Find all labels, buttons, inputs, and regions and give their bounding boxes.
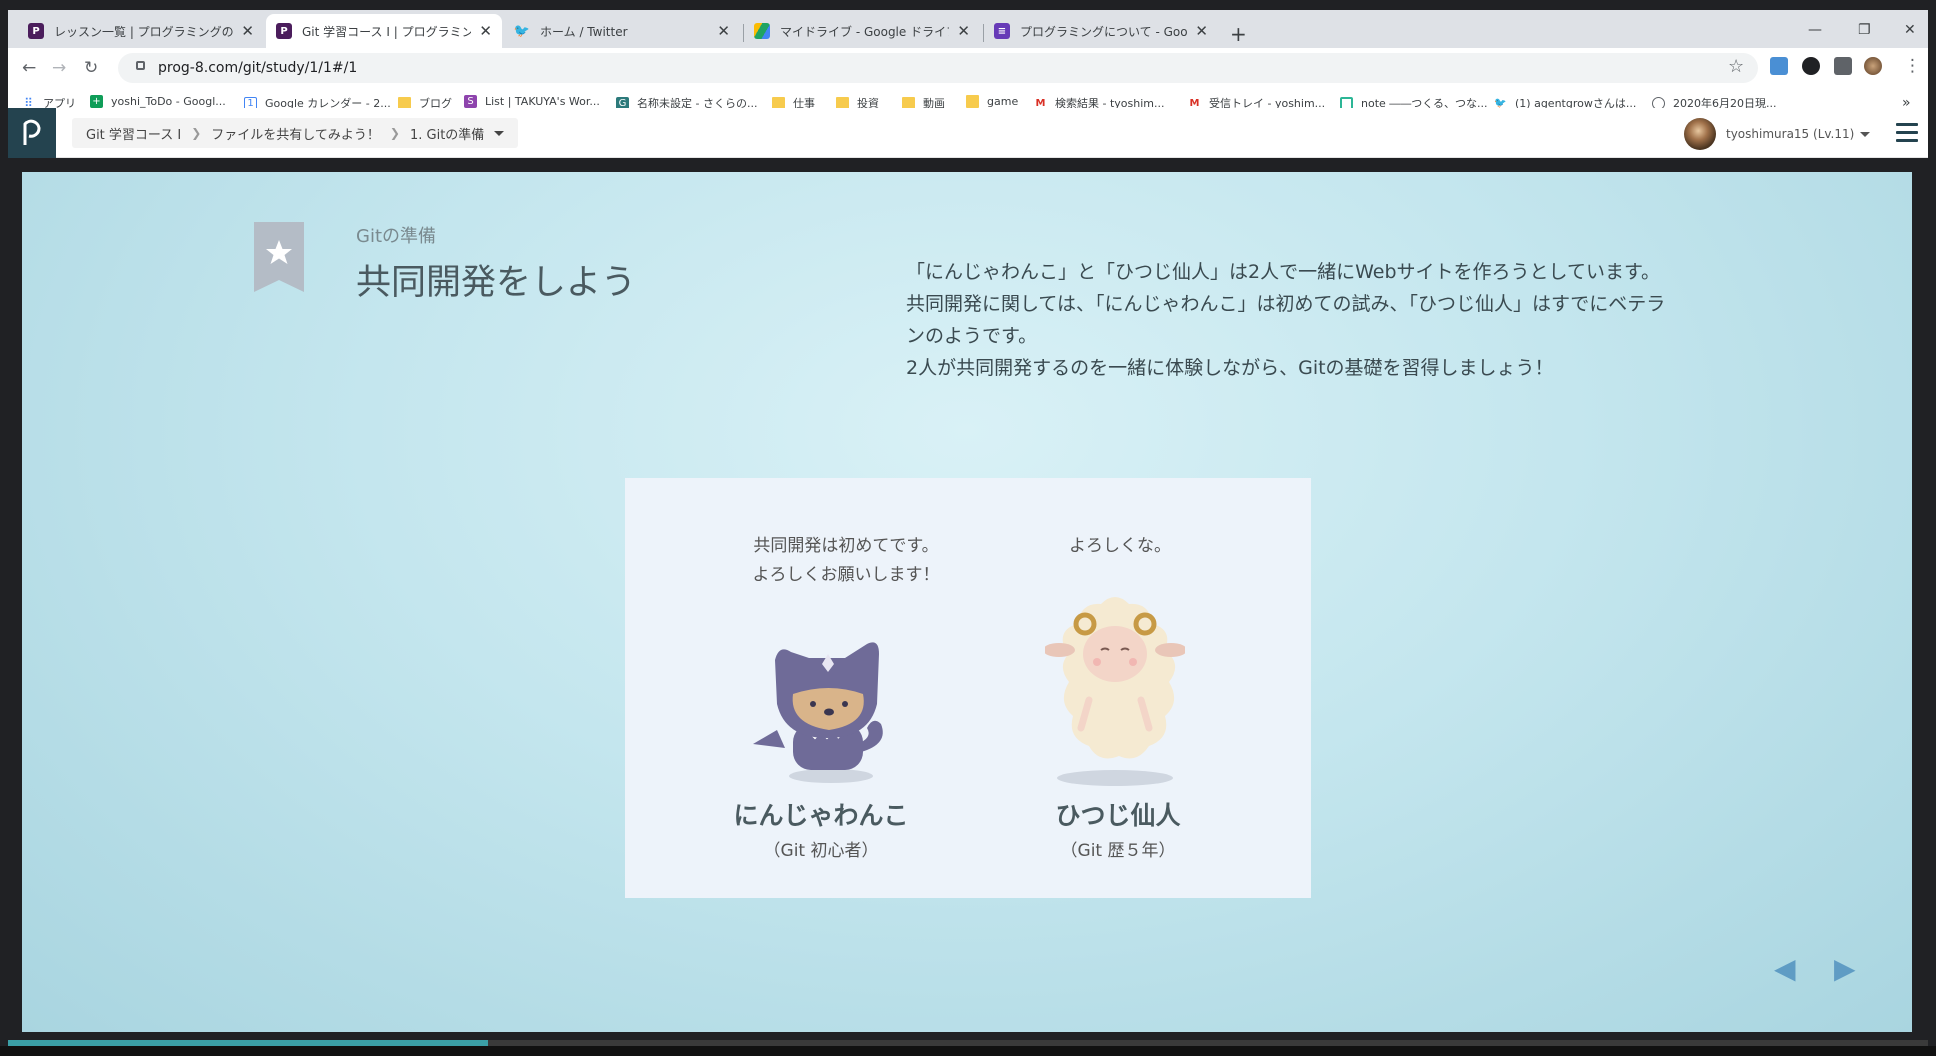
- tab-title: マイドライブ - Google ドライブ: [780, 24, 950, 39]
- list-icon: S: [464, 95, 477, 108]
- forward-button[interactable]: →: [52, 58, 66, 78]
- tab-twitter[interactable]: 🐦 ホーム / Twitter ✕: [504, 14, 740, 48]
- bookmark-star-icon[interactable]: ☆: [1728, 56, 1744, 77]
- breadcrumb-section[interactable]: ファイルを共有してみよう！: [211, 124, 380, 143]
- speech-line: 共同開発は初めてです。: [753, 536, 939, 556]
- tab-title: レッスン一覧 | プログラミングの入門な: [54, 24, 234, 39]
- breadcrumb: Git 学習コース I ❯ ファイルを共有してみよう！ ❯ 1. Gitの準備: [72, 118, 519, 148]
- forms-icon: ≡: [994, 23, 1010, 39]
- speech-ninja: 共同開発は初めてです。 よろしくお願いします！: [741, 532, 951, 590]
- window-frame: [0, 0, 1936, 10]
- hamburger-menu-icon[interactable]: [1896, 123, 1918, 147]
- user-name: tyoshimura15 (Lv.11): [1726, 127, 1855, 141]
- tab-drive[interactable]: マイドライブ - Google ドライブ ✕: [744, 14, 980, 48]
- app-header: Git 学習コース I ❯ ファイルを共有してみよう！ ❯ 1. Gitの準備 …: [8, 108, 1928, 158]
- slide-area: Gitの準備 共同開発をしよう 「にんじゃわんこ」と「ひつじ仙人」は2人で一緒に…: [22, 172, 1912, 1032]
- close-icon[interactable]: ✕: [479, 22, 492, 40]
- restore-button[interactable]: ❐: [1858, 22, 1871, 38]
- prev-slide-button[interactable]: ◀: [1774, 952, 1796, 985]
- chevron-right-icon: ❯: [389, 126, 400, 140]
- bookmark-game[interactable]: game: [966, 95, 1018, 108]
- address-bar[interactable]: prog-8.com/git/study/1/1#/1 ☆: [118, 53, 1758, 83]
- close-window-button[interactable]: ✕: [1904, 22, 1916, 38]
- tab-title: プログラミングについて - Google フォー: [1020, 24, 1188, 39]
- description-line: 「にんじゃわんこ」と「ひつじ仙人」は2人で一緒にWebサイトを作ろうとしています…: [906, 261, 1661, 283]
- speech-sheep: よろしくな。: [1025, 532, 1215, 561]
- url-text[interactable]: prog-8.com/git/study/1/1#/1: [158, 60, 357, 76]
- more-menu-icon[interactable]: ⋮: [1904, 56, 1921, 76]
- reload-button[interactable]: ↻: [84, 58, 98, 78]
- tab-bar: P レッスン一覧 | プログラミングの入門な ✕ P Git 学習コース I |…: [8, 10, 1928, 48]
- browser-window: P レッスン一覧 | プログラミングの入門な ✕ P Git 学習コース I |…: [0, 0, 1936, 1056]
- avatar: [1684, 118, 1716, 150]
- tab-git-course[interactable]: P Git 学習コース I | プログラミングの入門 ✕: [266, 14, 502, 48]
- character-card: 共同開発は初めてです。 よろしくお願いします！ よろしくな。 にんじゃわんこ （…: [625, 478, 1311, 898]
- close-icon[interactable]: ✕: [957, 22, 970, 40]
- character-role-ninja: （Git 初心者）: [763, 841, 879, 861]
- taskbar-strip: [0, 1046, 1936, 1056]
- slide-subtitle: Gitの準備: [356, 226, 437, 247]
- bookmark-todo[interactable]: + yoshi_ToDo - Googl...: [90, 95, 226, 108]
- tab-forms[interactable]: ≡ プログラミングについて - Google フォー ✕: [984, 14, 1218, 48]
- chevron-down-icon[interactable]: [494, 130, 505, 136]
- extension-calendar-icon[interactable]: [1770, 57, 1788, 75]
- character-name-sheep: ひつじ仙人: [1055, 801, 1181, 830]
- close-icon[interactable]: ✕: [717, 22, 730, 40]
- chevron-right-icon: ❯: [191, 126, 202, 140]
- progate-logo-icon: [23, 119, 41, 145]
- extensions-puzzle-icon[interactable]: [1834, 57, 1852, 75]
- ninja-dog-illustration: [753, 642, 883, 783]
- progate-icon: P: [276, 23, 292, 39]
- speech-line: よろしくお願いします！: [752, 565, 940, 585]
- bookmark-list[interactable]: S List | TAKUYA's Wor...: [464, 95, 600, 108]
- close-icon[interactable]: ✕: [241, 22, 254, 40]
- slide-title: 共同開発をしよう: [356, 263, 637, 303]
- browser-toolbar: ← → ↻ prog-8.com/git/study/1/1#/1 ☆ ⋮: [8, 48, 1928, 88]
- sheets-icon: +: [90, 95, 103, 108]
- user-menu[interactable]: tyoshimura15 (Lv.11): [1684, 118, 1871, 150]
- lock-icon: [136, 61, 145, 70]
- chevron-down-icon: [1860, 131, 1871, 137]
- bookmark-label: List | TAKUYA's Wor...: [485, 95, 600, 108]
- drive-icon: [754, 23, 770, 39]
- progate-logo[interactable]: [8, 108, 56, 158]
- tab-lessons[interactable]: P レッスン一覧 | プログラミングの入門な ✕: [18, 14, 264, 48]
- bookmark-label: game: [987, 95, 1019, 108]
- tab-title: Git 学習コース I | プログラミングの入門: [302, 24, 472, 39]
- folder-icon: [966, 95, 979, 108]
- breadcrumb-lesson[interactable]: 1. Gitの準備: [410, 124, 484, 143]
- back-button[interactable]: ←: [22, 58, 36, 78]
- profile-avatar-icon[interactable]: [1864, 57, 1882, 75]
- speech-line: よろしくな。: [1069, 536, 1171, 556]
- bookmark-label: yoshi_ToDo - Googl...: [111, 95, 226, 108]
- description-line: 共同開発に関しては、「にんじゃわんこ」は初めての試み、「ひつじ仙人」はすでにベテ…: [906, 293, 1666, 347]
- tab-title: ホーム / Twitter: [540, 24, 628, 39]
- close-icon[interactable]: ✕: [1195, 22, 1208, 40]
- bookmark-ribbon-icon[interactable]: [254, 222, 304, 292]
- slide-description: 「にんじゃわんこ」と「ひつじ仙人」は2人で一緒にWebサイトを作ろうとしています…: [906, 256, 1666, 384]
- next-slide-button[interactable]: ▶: [1834, 952, 1856, 985]
- description-line: 2人が共同開発するのを一緒に体験しながら、Gitの基礎を習得しましょう！: [906, 357, 1554, 379]
- character-role-sheep: （Git 歴５年）: [1060, 841, 1176, 861]
- breadcrumb-course[interactable]: Git 学習コース I: [86, 124, 181, 143]
- character-name-ninja: にんじゃわんこ: [733, 801, 909, 830]
- sheep-sage-illustration: [1045, 597, 1185, 786]
- progate-icon: P: [28, 23, 44, 39]
- minimize-button[interactable]: —: [1808, 22, 1822, 38]
- new-tab-button[interactable]: +: [1230, 22, 1247, 46]
- extension-chat-icon[interactable]: [1802, 57, 1820, 75]
- twitter-icon: 🐦: [513, 23, 531, 39]
